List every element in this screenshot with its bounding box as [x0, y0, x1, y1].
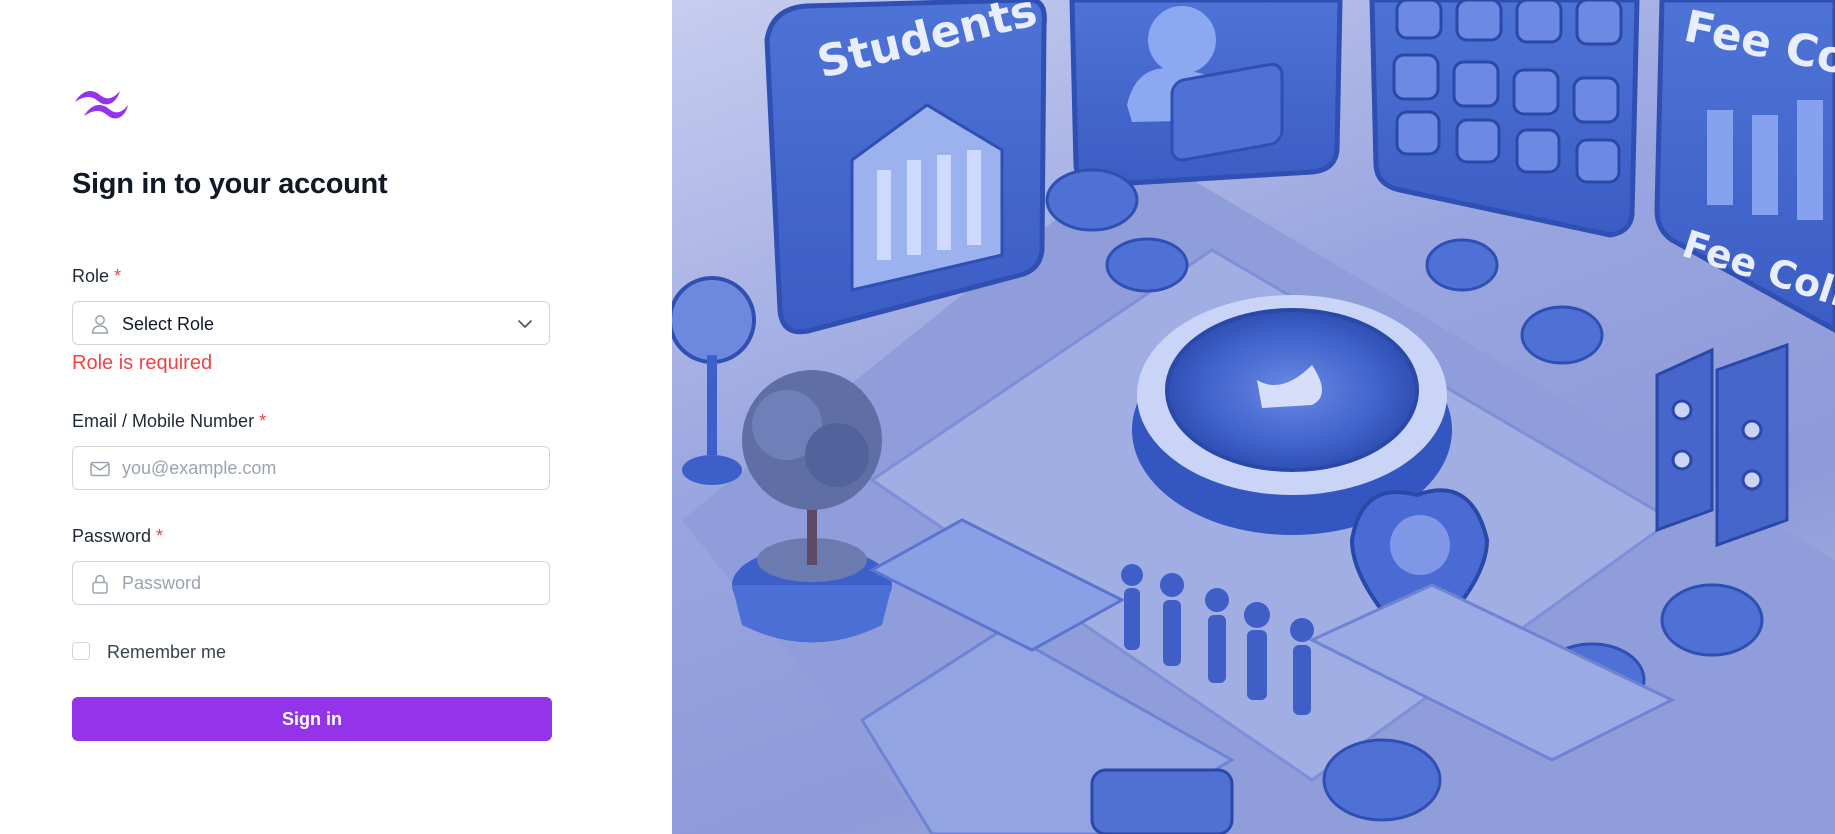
chevron-down-icon [518, 320, 532, 328]
sign-in-button[interactable]: Sign in [72, 697, 552, 741]
hero-illustration: Students Fee Coll Fee Colle [672, 0, 1835, 834]
remember-me-label[interactable]: Remember me [107, 642, 226, 663]
role-select[interactable]: Select Role [72, 301, 550, 345]
password-field-wrapper [72, 561, 550, 605]
user-icon [91, 315, 109, 334]
role-error-message: Role is required [72, 352, 213, 374]
email-field[interactable] [122, 449, 532, 487]
page-title: Sign in to your account [72, 168, 388, 200]
school-bus [1090, 768, 1234, 834]
brand-logo-icon [75, 90, 128, 119]
illustration-art: Students Fee Coll Fee Colle [672, 0, 1835, 834]
email-field-wrapper [72, 446, 550, 490]
role-label-text: Role [72, 266, 110, 286]
fee-collection-panel: Fee Coll Fee Colle [1654, 0, 1835, 333]
role-select-value: Select Role [122, 314, 215, 334]
apps-grid-panel [1369, 0, 1640, 238]
desk-fan [672, 276, 756, 485]
lock-icon [92, 574, 108, 594]
envelope-icon [90, 461, 110, 477]
required-mark: * [156, 526, 164, 546]
required-mark: * [114, 266, 122, 286]
password-label: Password * [72, 526, 163, 547]
password-label-text: Password [72, 526, 152, 546]
remember-me-checkbox[interactable] [72, 642, 90, 660]
email-label-text: Email / Mobile Number [72, 411, 255, 431]
server-blocks [1655, 342, 1789, 548]
role-label: Role * [72, 266, 121, 287]
required-mark: * [259, 411, 267, 431]
sign-in-panel: Sign in to your account Role * Select Rol… [0, 0, 672, 834]
password-field[interactable] [122, 564, 532, 602]
email-label: Email / Mobile Number * [72, 411, 266, 432]
students-billboard: Students [764, 0, 1047, 335]
